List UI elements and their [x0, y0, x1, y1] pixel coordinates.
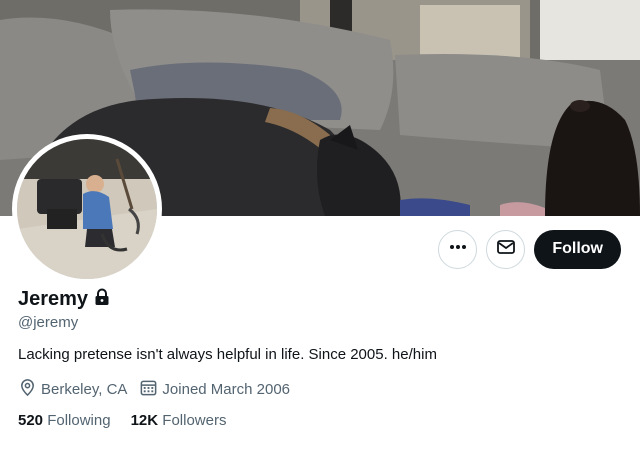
profile-stats: 520 Following 12K Followers	[18, 412, 226, 429]
profile-actions: Follow	[438, 229, 621, 269]
following-label: Following	[47, 412, 111, 429]
profile-handle: @jeremy	[18, 314, 79, 331]
followers-count: 12K	[130, 412, 159, 429]
message-button[interactable]	[486, 229, 526, 269]
joined-item: Joined March 2006	[139, 378, 290, 401]
location-text: Berkeley, CA	[41, 381, 128, 398]
followers-label: Followers	[162, 412, 227, 429]
joined-text: Joined March 2006	[162, 381, 291, 398]
more-button[interactable]	[438, 229, 478, 269]
more-horizontal-icon	[448, 237, 468, 262]
display-name: Jeremy	[18, 288, 89, 310]
location-item: Berkeley, CA	[18, 378, 127, 401]
calendar-icon	[139, 378, 158, 401]
following-link[interactable]: 520 Following	[18, 412, 111, 429]
lock-icon	[92, 287, 112, 312]
follow-button[interactable]: Follow	[534, 229, 621, 269]
profile-page: Follow Jeremy @jeremy Lacking pretense i…	[0, 0, 640, 451]
profile-bio: Lacking pretense isn't always helpful in…	[18, 346, 437, 363]
profile-meta: Berkeley, CA Joined March 2006	[18, 378, 290, 401]
followers-link[interactable]: 12K Followers	[131, 412, 227, 429]
location-pin-icon	[18, 378, 37, 401]
following-count: 520	[18, 412, 44, 429]
profile-avatar[interactable]	[12, 134, 162, 284]
display-name-row: Jeremy	[18, 287, 112, 312]
envelope-icon	[496, 237, 516, 262]
